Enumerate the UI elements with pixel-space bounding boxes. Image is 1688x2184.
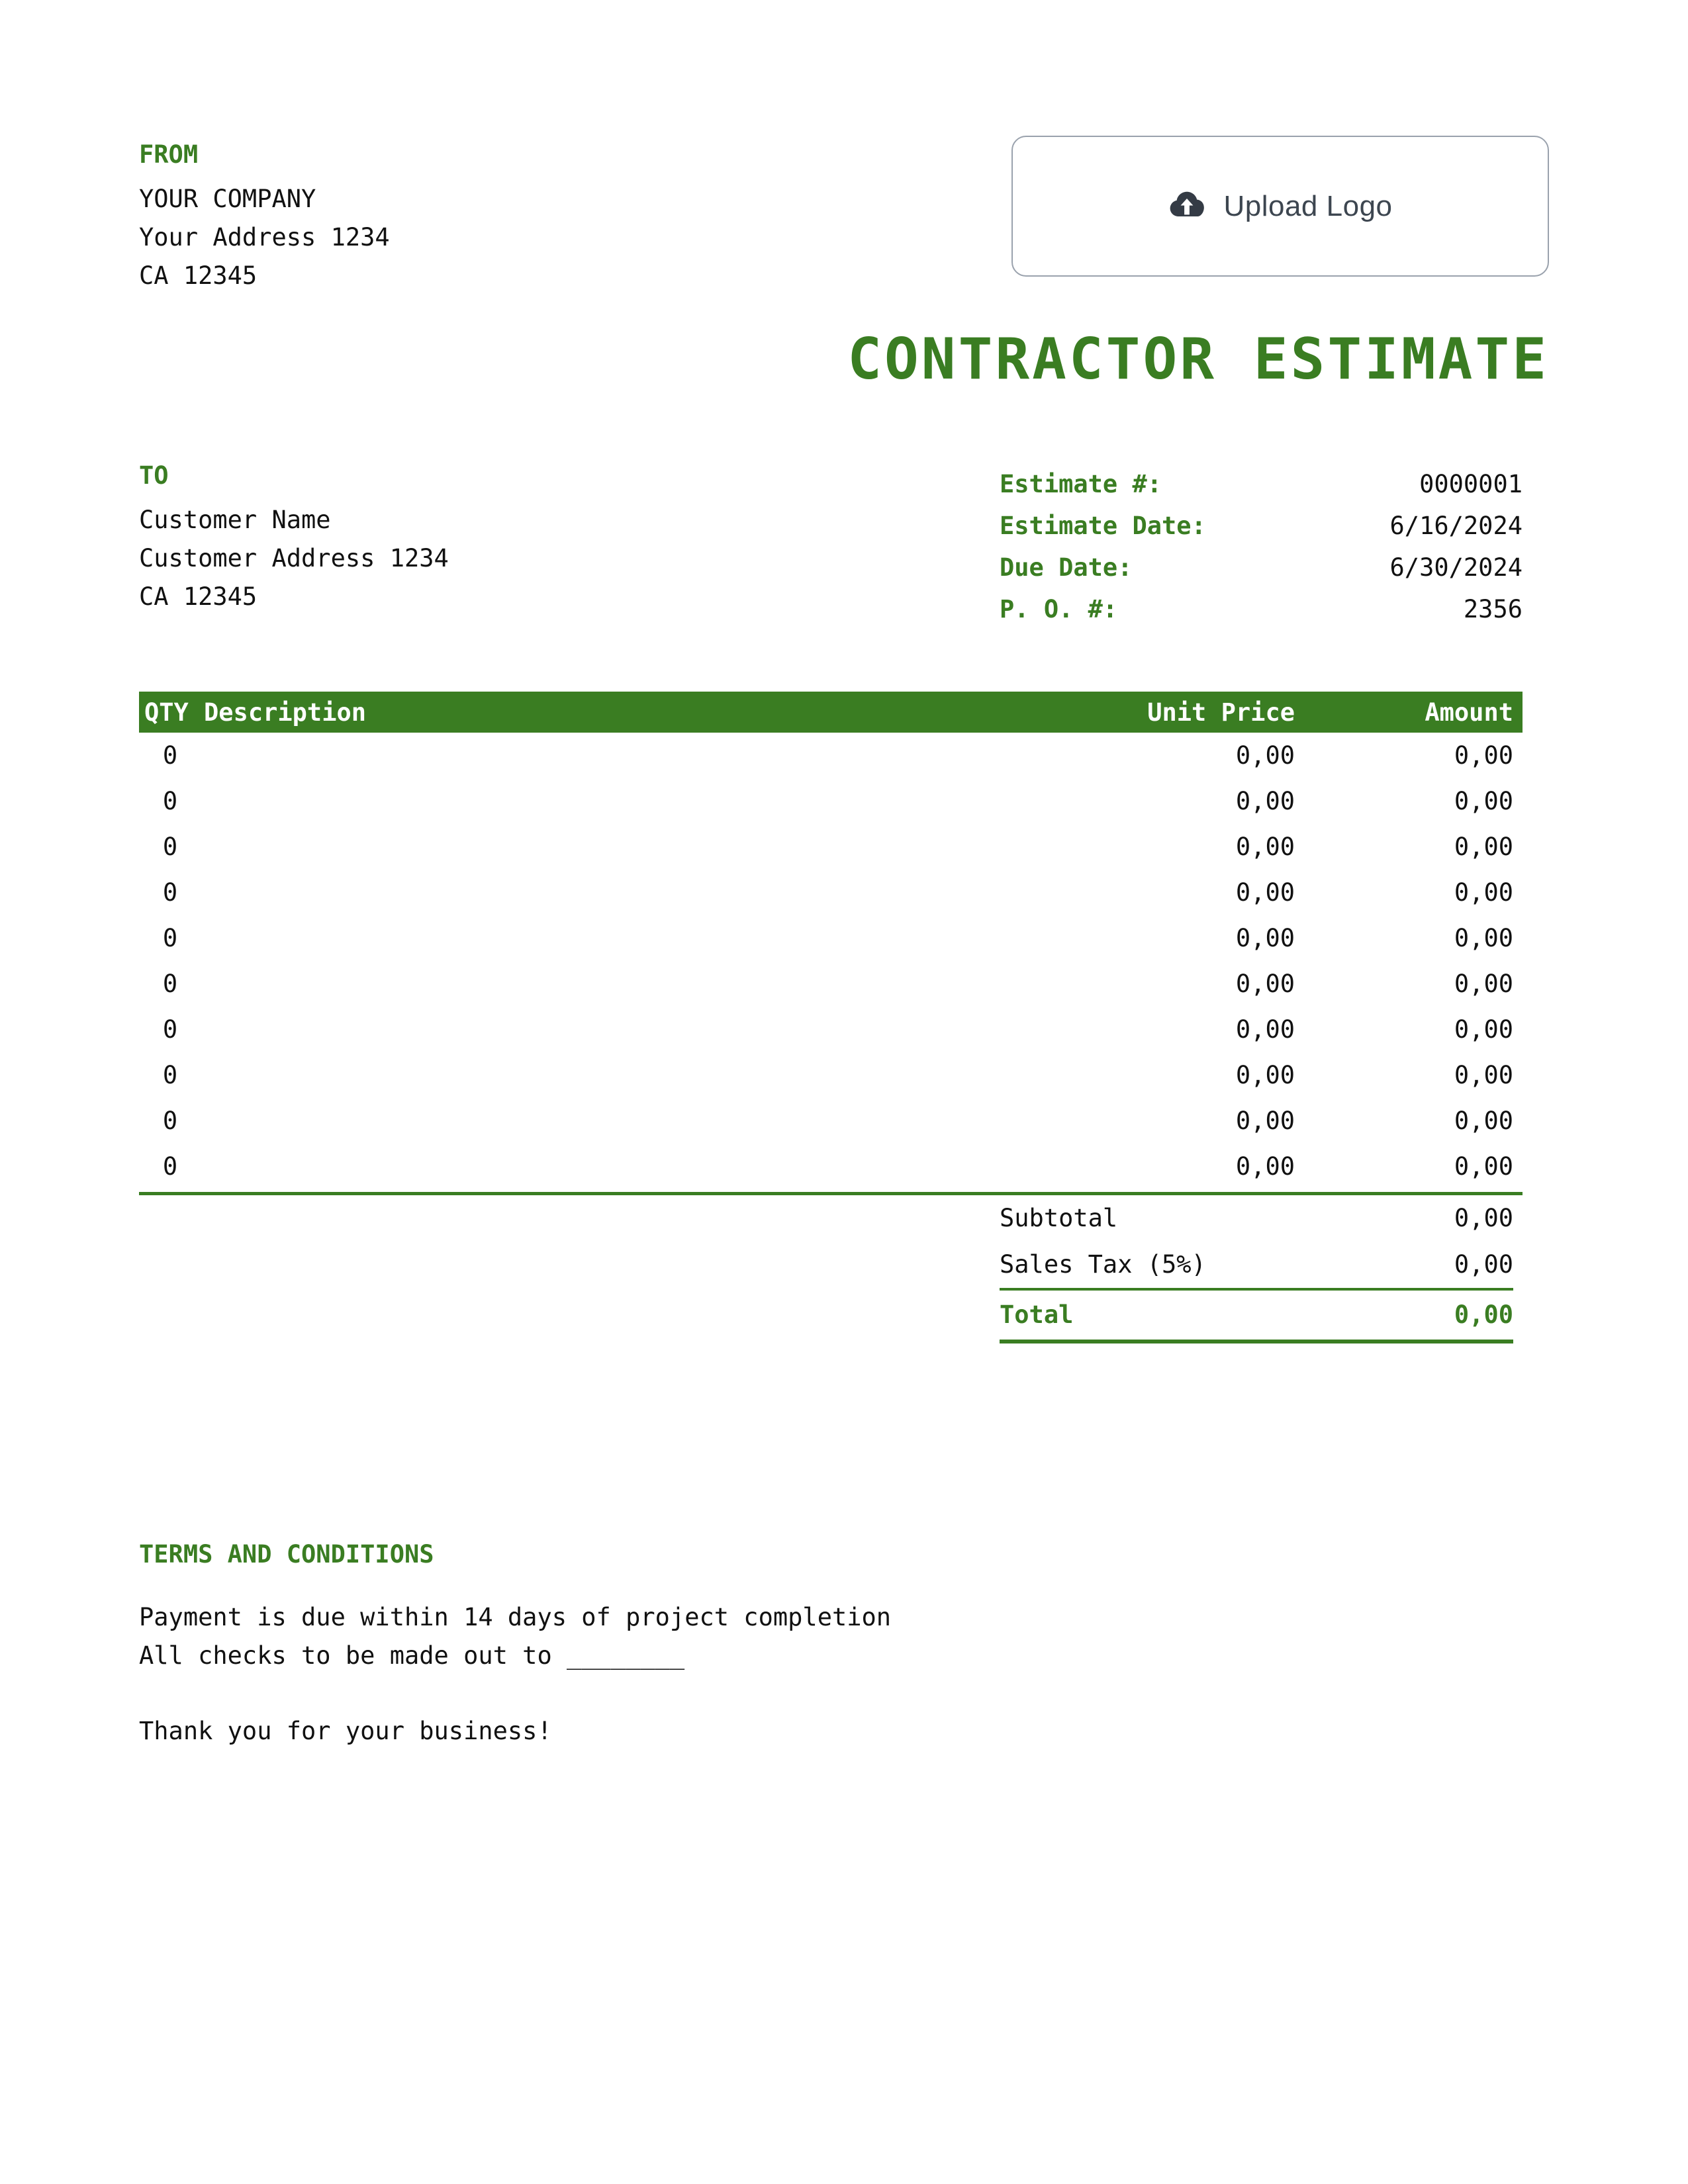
cell-qty[interactable]: 0 bbox=[144, 924, 196, 952]
estimate-number-label: Estimate #: bbox=[1000, 470, 1162, 498]
table-row[interactable]: 0 0,00 0,00 bbox=[139, 1007, 1523, 1052]
cell-unit-price[interactable]: 0,00 bbox=[1096, 1015, 1295, 1044]
meta-row-due-date: Due Date: 6/30/2024 bbox=[1000, 547, 1523, 588]
cell-unit-price[interactable]: 0,00 bbox=[1096, 787, 1295, 815]
to-customer-name[interactable]: Customer Name bbox=[139, 501, 801, 539]
table-row[interactable]: 0 0,00 0,00 bbox=[139, 915, 1523, 961]
table-row[interactable]: 0 0,00 0,00 bbox=[139, 824, 1523, 870]
meta-row-po-number: P. O. #: 2356 bbox=[1000, 588, 1523, 630]
estimate-date-value[interactable]: 6/16/2024 bbox=[1390, 505, 1523, 547]
sales-tax-value: 0,00 bbox=[1454, 1250, 1513, 1279]
due-date-label: Due Date: bbox=[1000, 553, 1133, 582]
subtotal-value: 0,00 bbox=[1454, 1204, 1513, 1232]
table-body: 0 0,00 0,00 0 0,00 0,00 0 0,00 0,00 0 0,00 0,00 0 0,0… bbox=[139, 733, 1523, 1189]
grand-total-row: Total 0,00 bbox=[1000, 1288, 1513, 1343]
to-label: TO bbox=[139, 461, 169, 490]
cell-qty[interactable]: 0 bbox=[144, 1015, 196, 1044]
po-number-label: P. O. #: bbox=[1000, 595, 1118, 623]
cell-qty[interactable]: 0 bbox=[144, 1061, 196, 1089]
column-header-description: Description bbox=[204, 698, 367, 727]
cell-qty[interactable]: 0 bbox=[144, 787, 196, 815]
cell-amount: 0,00 bbox=[1454, 970, 1513, 998]
cell-qty[interactable]: 0 bbox=[144, 970, 196, 998]
line-items-table: QTY Description Unit Price Amount 0 0,00 0… bbox=[139, 692, 1523, 1343]
cell-unit-price[interactable]: 0,00 bbox=[1096, 741, 1295, 770]
subtotal-label: Subtotal bbox=[1000, 1204, 1118, 1232]
cell-amount: 0,00 bbox=[1454, 1015, 1513, 1044]
terms-title: TERMS AND CONDITIONS bbox=[139, 1540, 434, 1569]
cell-qty[interactable]: 0 bbox=[144, 833, 196, 861]
estimate-meta-block: Estimate #: 0000001 Estimate Date: 6/16/… bbox=[1000, 463, 1523, 630]
cell-unit-price[interactable]: 0,00 bbox=[1096, 878, 1295, 907]
upload-logo-label: Upload Logo bbox=[1223, 189, 1393, 222]
table-row[interactable]: 0 0,00 0,00 bbox=[139, 778, 1523, 824]
from-block: FROM YOUR COMPANY Your Address 1234 CA 1… bbox=[139, 142, 735, 295]
cloud-upload-icon bbox=[1170, 191, 1205, 216]
due-date-value[interactable]: 6/30/2024 bbox=[1390, 547, 1523, 588]
upload-logo-button[interactable]: Upload Logo bbox=[1011, 136, 1549, 277]
cell-unit-price[interactable]: 0,00 bbox=[1096, 970, 1295, 998]
from-company[interactable]: YOUR COMPANY bbox=[139, 180, 735, 218]
document-header: FROM YOUR COMPANY Your Address 1234 CA 1… bbox=[139, 136, 1549, 308]
cell-amount: 0,00 bbox=[1454, 1061, 1513, 1089]
cell-unit-price[interactable]: 0,00 bbox=[1096, 1107, 1295, 1135]
totals-section: Subtotal 0,00 Sales Tax (5%) 0,00 Total … bbox=[139, 1195, 1523, 1343]
estimate-document: FROM YOUR COMPANY Your Address 1234 CA 1… bbox=[0, 0, 1688, 2184]
terms-line-payment[interactable]: Payment is due within 14 days of project… bbox=[139, 1598, 1397, 1637]
to-block: TO Customer Name Customer Address 1234 C… bbox=[139, 463, 801, 616]
column-header-qty: QTY bbox=[144, 698, 189, 727]
meta-row-estimate-number: Estimate #: 0000001 bbox=[1000, 463, 1523, 505]
column-header-amount: Amount bbox=[1425, 698, 1513, 727]
cell-qty[interactable]: 0 bbox=[144, 741, 196, 770]
cell-unit-price[interactable]: 0,00 bbox=[1096, 1152, 1295, 1181]
column-header-unit-price: Unit Price bbox=[1147, 698, 1295, 727]
table-row[interactable]: 0 0,00 0,00 bbox=[139, 733, 1523, 778]
sales-tax-row: Sales Tax (5%) 0,00 bbox=[1000, 1242, 1513, 1288]
table-row[interactable]: 0 0,00 0,00 bbox=[139, 961, 1523, 1007]
to-customer-address[interactable]: Customer Address 1234 bbox=[139, 539, 801, 578]
cell-amount: 0,00 bbox=[1454, 741, 1513, 770]
from-address[interactable]: Your Address 1234 bbox=[139, 218, 735, 257]
cell-amount: 0,00 bbox=[1454, 787, 1513, 815]
cell-amount: 0,00 bbox=[1454, 878, 1513, 907]
to-customer-city-zip[interactable]: CA 12345 bbox=[139, 578, 801, 616]
sales-tax-label: Sales Tax (5%) bbox=[1000, 1250, 1206, 1279]
table-row[interactable]: 0 0,00 0,00 bbox=[139, 1052, 1523, 1098]
grand-total-label: Total bbox=[1000, 1300, 1074, 1329]
cell-amount: 0,00 bbox=[1454, 833, 1513, 861]
po-number-value[interactable]: 2356 bbox=[1464, 588, 1523, 630]
grand-total-value: 0,00 bbox=[1454, 1300, 1513, 1329]
cell-amount: 0,00 bbox=[1454, 1152, 1513, 1181]
from-city-zip[interactable]: CA 12345 bbox=[139, 257, 735, 295]
cell-unit-price[interactable]: 0,00 bbox=[1096, 1061, 1295, 1089]
cell-qty[interactable]: 0 bbox=[144, 1152, 196, 1181]
cell-amount: 0,00 bbox=[1454, 924, 1513, 952]
thank-you-note: Thank you for your business! bbox=[139, 1717, 552, 1745]
subtotal-row: Subtotal 0,00 bbox=[1000, 1195, 1513, 1242]
cell-amount: 0,00 bbox=[1454, 1107, 1513, 1135]
table-row[interactable]: 0 0,00 0,00 bbox=[139, 1098, 1523, 1144]
cell-unit-price[interactable]: 0,00 bbox=[1096, 833, 1295, 861]
terms-line-checks[interactable]: All checks to be made out to ________ bbox=[139, 1637, 1397, 1675]
from-label: FROM bbox=[139, 140, 199, 169]
table-row[interactable]: 0 0,00 0,00 bbox=[139, 870, 1523, 915]
estimate-number-value[interactable]: 0000001 bbox=[1419, 463, 1523, 505]
estimate-date-label: Estimate Date: bbox=[1000, 512, 1206, 540]
terms-and-conditions-section: TERMS AND CONDITIONS Payment is due with… bbox=[139, 1542, 1397, 1751]
cell-unit-price[interactable]: 0,00 bbox=[1096, 924, 1295, 952]
table-row[interactable]: 0 0,00 0,00 bbox=[139, 1144, 1523, 1189]
cell-qty[interactable]: 0 bbox=[144, 1107, 196, 1135]
cell-qty[interactable]: 0 bbox=[144, 878, 196, 907]
meta-row-estimate-date: Estimate Date: 6/16/2024 bbox=[1000, 505, 1523, 547]
page-title: CONTRACTOR ESTIMATE bbox=[847, 326, 1549, 392]
table-header-row: QTY Description Unit Price Amount bbox=[139, 692, 1523, 733]
